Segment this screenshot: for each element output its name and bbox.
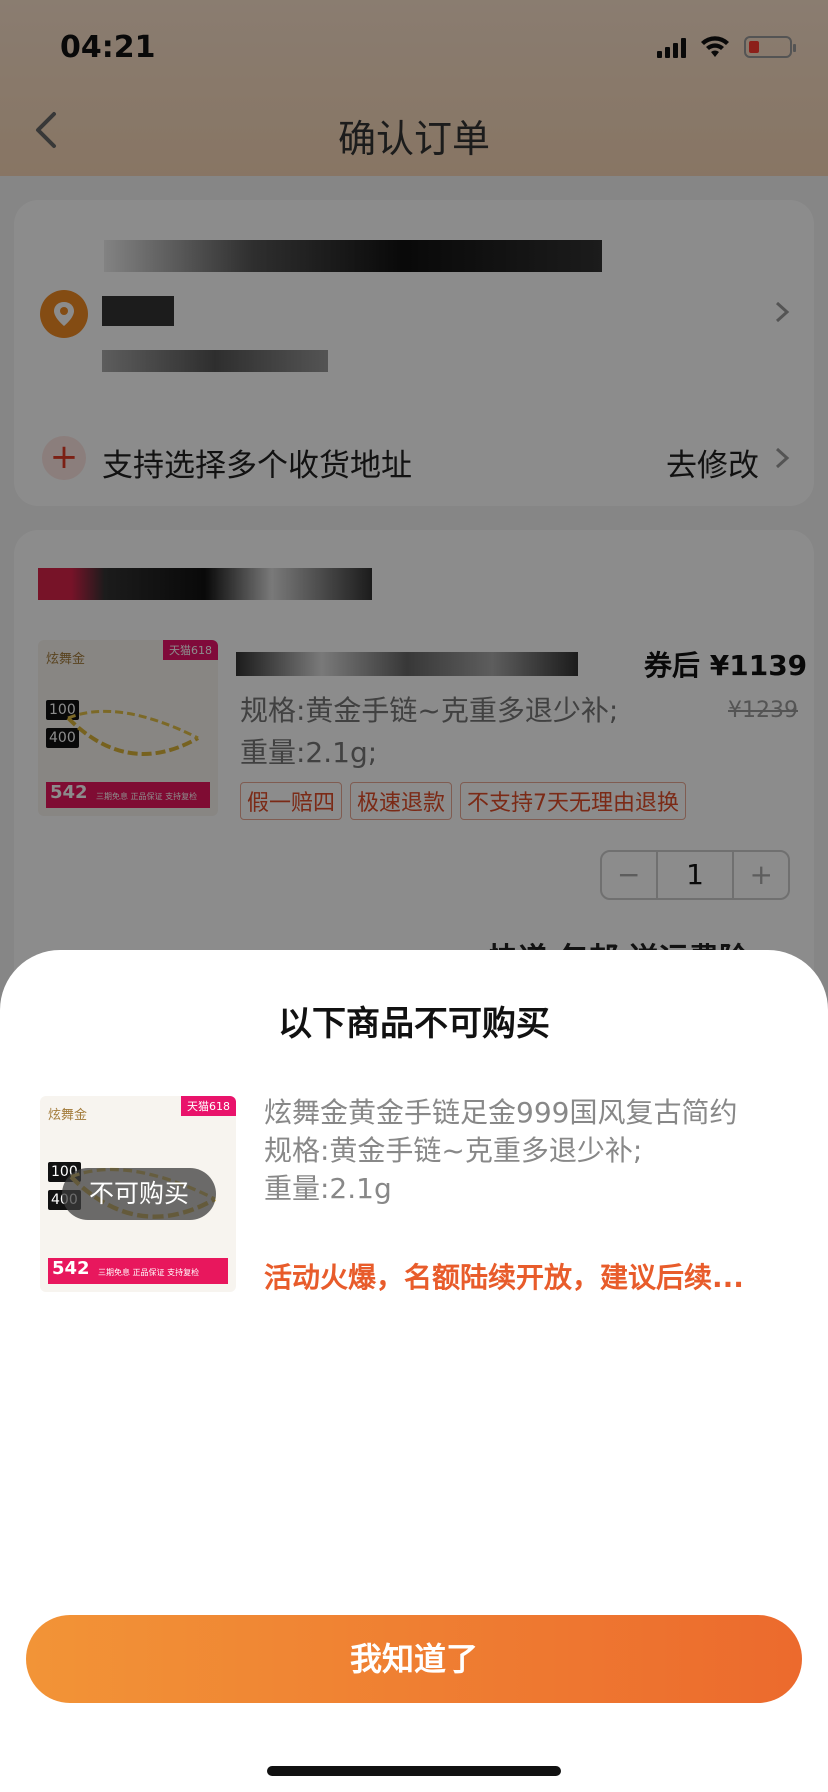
item-details: 炫舞金黄金手链足金999国风复古简约 规格:黄金手链~克重多退少补; 重量:2.…: [264, 1094, 794, 1208]
home-indicator[interactable]: [267, 1766, 561, 1776]
sheet-product-thumbnail: 炫舞金 天猫618 100 400 542 三期免息 正品保证 支持复检 不可购…: [40, 1096, 236, 1292]
unavailable-badge: 不可购买: [62, 1168, 216, 1220]
confirm-button[interactable]: 我知道了: [26, 1615, 802, 1703]
item-spec: 规格:黄金手链~克重多退少补;: [264, 1134, 643, 1167]
unavailable-reason: 活动火爆，名额陆续开放，建议后续...: [264, 1261, 744, 1294]
brand-logo: 炫舞金: [48, 1108, 88, 1123]
item-weight: 重量:2.1g: [264, 1172, 392, 1205]
unavailable-sheet: 以下商品不可购买 炫舞金 天猫618 100 400 542 三期免息 正品保证…: [0, 950, 828, 1792]
sheet-title: 以下商品不可购买: [278, 1004, 550, 1044]
tmall-tag: 天猫618: [181, 1096, 236, 1116]
thumb-promo: 三期免息 正品保证 支持复检: [98, 1268, 200, 1277]
item-name: 炫舞金黄金手链足金999国风复古简约: [264, 1096, 738, 1129]
